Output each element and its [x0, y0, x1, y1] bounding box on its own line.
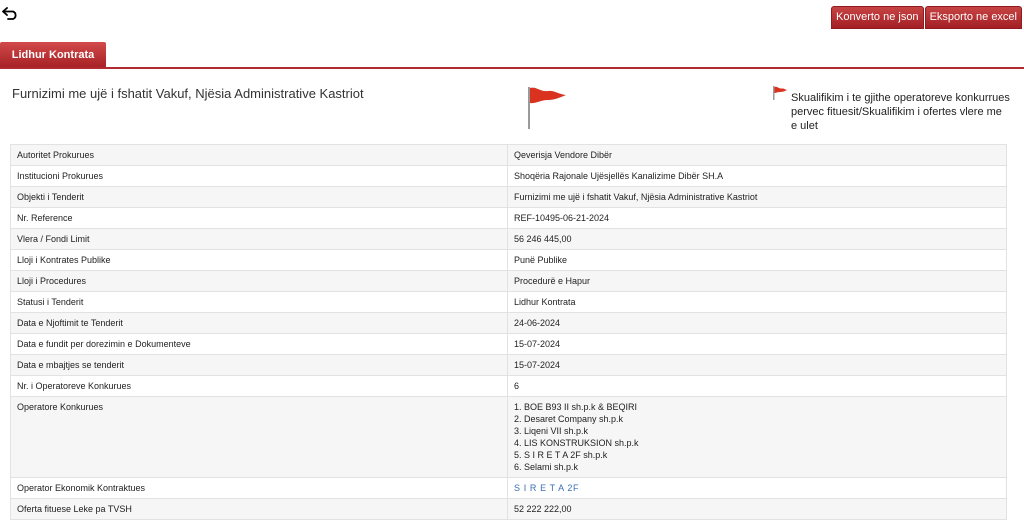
row-value: Procedurë e Hapur: [507, 270, 1007, 292]
row-label: Institucioni Prokurues: [10, 165, 508, 187]
row-value: S I R E T A 2F: [507, 477, 1007, 499]
operator-item: 2. Desaret Company sh.p.k: [514, 414, 624, 424]
row-label: Operatore Konkurues: [10, 396, 508, 478]
row-label: Nr. i Operatoreve Konkurues: [10, 375, 508, 397]
operators-row: Operatore Konkurues 1. BOE B93 II sh.p.k…: [10, 396, 1007, 478]
tab-bar: Lidhur Kontrata: [0, 42, 1024, 69]
table-row: Nr. Reference REF-10495-06-21-2024: [10, 207, 1007, 229]
table-row: Nr. i Operatoreve Konkurues 6: [10, 375, 1007, 397]
tab-divider: [0, 67, 1024, 69]
table-row: Data e fundit per dorezimin e Dokumentev…: [10, 333, 1007, 355]
row-label: Data e mbajtjes se tenderit: [10, 354, 508, 376]
row-value: 56 246 445,00: [507, 228, 1007, 250]
back-arrow-icon: [2, 6, 22, 20]
table-row: Vlera / Fondi Limit 56 246 445,00: [10, 228, 1007, 250]
tender-details-table: Autoritet Prokurues Qeverisja Vendore Di…: [10, 144, 1007, 520]
export-excel-button[interactable]: Eksporto ne excel: [924, 6, 1022, 29]
table-row: Autoritet Prokurues Qeverisja Vendore Di…: [10, 144, 1007, 166]
status-flag-icon: [772, 86, 788, 105]
table-row: Institucioni Prokurues Shoqëria Rajonale…: [10, 165, 1007, 187]
export-toolbar: Konverto ne json Eksporto ne excel: [831, 6, 1022, 29]
row-label: Data e fundit per dorezimin e Dokumentev…: [10, 333, 508, 355]
row-label: Nr. Reference: [10, 207, 508, 229]
operators-list: 1. BOE B93 II sh.p.k & BEQIRI 2. Desaret…: [507, 396, 1007, 478]
operator-item: 3. Liqeni VII sh.p.k: [514, 426, 589, 436]
row-label: Autoritet Prokurues: [10, 144, 508, 166]
table-row: Statusi i Tenderit Lidhur Kontrata: [10, 291, 1007, 313]
row-label: Vlera / Fondi Limit: [10, 228, 508, 250]
table-row: Lloji i Kontrates Publike Punë Publike: [10, 249, 1007, 271]
row-value: 24-06-2024: [507, 312, 1007, 334]
row-value: 15-07-2024: [507, 354, 1007, 376]
winner-operator-link[interactable]: S I R E T A 2F: [514, 483, 579, 493]
row-value: Furnizimi me ujë i fshatit Vakuf, Njësia…: [507, 186, 1007, 208]
red-flag-icon: [526, 86, 570, 135]
table-row: Lloji i Procedures Procedurë e Hapur: [10, 270, 1007, 292]
tender-status-description: Skualifikim i te gjithe operatoreve konk…: [791, 92, 1010, 132]
convert-json-button[interactable]: Konverto ne json: [831, 6, 924, 29]
row-value: 52 222 222,00: [507, 498, 1007, 520]
row-label: Lloji i Procedures: [10, 270, 508, 292]
table-row: Data e mbajtjes se tenderit 15-07-2024: [10, 354, 1007, 376]
table-row: Operator Ekonomik Kontraktues S I R E T …: [10, 477, 1007, 499]
row-label: Lloji i Kontrates Publike: [10, 249, 508, 271]
table-row: Data e Njoftimit te Tenderit 24-06-2024: [10, 312, 1007, 334]
table-row: Objekti i Tenderit Furnizimi me ujë i fs…: [10, 186, 1007, 208]
row-label: Statusi i Tenderit: [10, 291, 508, 313]
back-button[interactable]: [2, 6, 22, 22]
operator-item: 5. S I R E T A 2F sh.p.k: [514, 450, 608, 460]
table-row: Oferta fituese Leke pa TVSH 52 222 222,0…: [10, 498, 1007, 520]
row-label: Data e Njoftimit te Tenderit: [10, 312, 508, 334]
operator-item: 6. Selami sh.p.k: [514, 462, 579, 472]
page-title: Furnizimi me ujë i fshatit Vakuf, Njësia…: [12, 86, 364, 101]
operator-item: 1. BOE B93 II sh.p.k & BEQIRI: [514, 402, 638, 412]
row-value: 6: [507, 375, 1007, 397]
row-value: REF-10495-06-21-2024: [507, 207, 1007, 229]
row-value: 15-07-2024: [507, 333, 1007, 355]
tab-lidhur-kontrata[interactable]: Lidhur Kontrata: [0, 42, 106, 67]
row-label: Operator Ekonomik Kontraktues: [10, 477, 508, 499]
row-label: Oferta fituese Leke pa TVSH: [10, 498, 508, 520]
operator-item: 4. LIS KONSTRUKSION sh.p.k: [514, 438, 639, 448]
row-value: Shoqëria Rajonale Ujësjellës Kanalizime …: [507, 165, 1007, 187]
row-value: Lidhur Kontrata: [507, 291, 1007, 313]
row-label: Objekti i Tenderit: [10, 186, 508, 208]
row-value: Punë Publike: [507, 249, 1007, 271]
row-value: Qeverisja Vendore Dibër: [507, 144, 1007, 166]
